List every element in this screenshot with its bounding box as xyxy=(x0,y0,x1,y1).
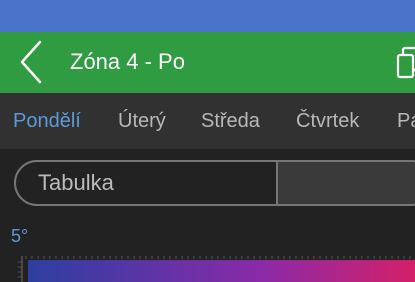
tab-patek[interactable]: Pá xyxy=(397,109,415,133)
copy-button[interactable] xyxy=(396,46,415,80)
day-tabs: Pondělí Úterý Středa Čtvrtek Pá xyxy=(0,93,415,149)
view-toggle: Tabulka xyxy=(14,160,415,206)
page-title: Zóna 4 - Po xyxy=(70,49,185,74)
temperature-gradient-bar[interactable] xyxy=(28,260,415,282)
tab-streda[interactable]: Středa xyxy=(201,109,260,133)
tab-pondeli[interactable]: Pondělí xyxy=(13,109,81,133)
segment-table[interactable]: Tabulka xyxy=(16,162,276,204)
chevron-left-icon xyxy=(20,40,42,84)
tab-utery[interactable]: Úterý xyxy=(118,109,166,133)
copy-icon xyxy=(396,46,415,79)
tab-ctvrtek[interactable]: Čtvrtek xyxy=(296,109,359,133)
status-bar xyxy=(0,0,415,32)
back-button[interactable] xyxy=(14,40,48,84)
temperature-axis-label: 5° xyxy=(11,226,29,246)
app-bar: Zóna 4 - Po xyxy=(0,32,415,93)
segment-graph[interactable] xyxy=(278,162,415,204)
